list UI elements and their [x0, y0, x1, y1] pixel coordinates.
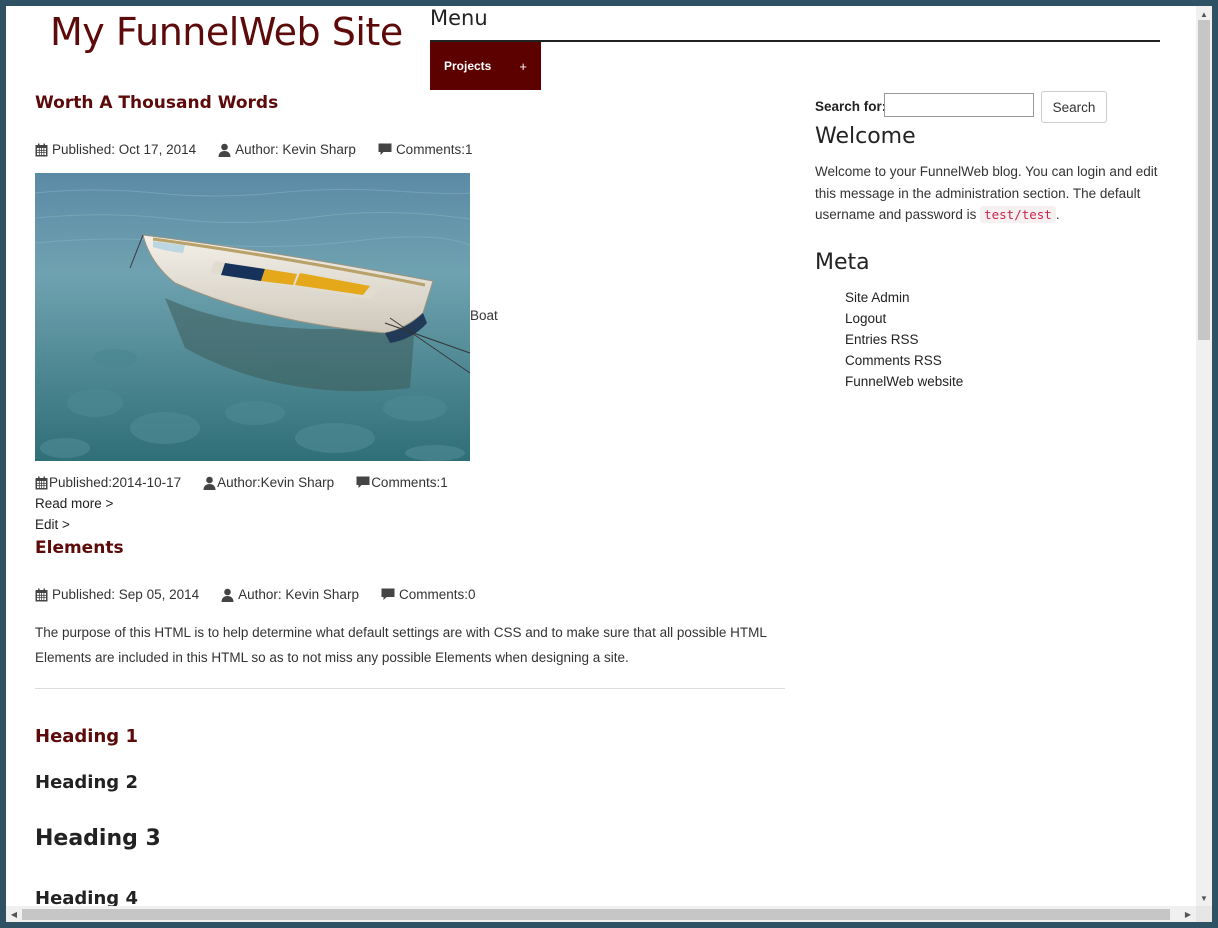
image-caption: Boat [470, 308, 498, 323]
search-label: Search for: [815, 99, 887, 114]
user-icon [218, 143, 231, 157]
browser-window: My FunnelWeb Site Menu Projects + Worth … [6, 6, 1212, 922]
calendar-icon [35, 143, 48, 156]
expand-plus-icon[interactable]: + [519, 59, 527, 74]
scroll-right-arrow-icon[interactable]: ▶ [1180, 906, 1196, 922]
menu-item-projects-label: Projects [444, 59, 492, 73]
vertical-scroll-thumb[interactable] [1198, 20, 1210, 340]
page-viewport: My FunnelWeb Site Menu Projects + Worth … [6, 6, 1196, 906]
edit-link[interactable]: Edit > [35, 517, 70, 532]
post-meta: Published: Sep 05, 2014 Author: Kevin Sh… [35, 587, 497, 602]
comment-icon [381, 588, 395, 600]
user-icon [221, 588, 234, 602]
meta-links: Site Admin Logout Entries RSS Comments R… [845, 287, 963, 392]
horizontal-rule [35, 688, 785, 689]
scrollbar-corner [1196, 906, 1212, 922]
credentials-code: test/test [980, 206, 1056, 223]
calendar-icon [35, 588, 48, 601]
meta-link-funnelweb-website[interactable]: FunnelWeb website [845, 371, 963, 392]
scroll-down-arrow-icon[interactable]: ▼ [1196, 890, 1212, 906]
meta-link-site-admin[interactable]: Site Admin [845, 287, 963, 308]
post-meta-secondary: Published:2014-10-17 Author:Kevin Sharp … [35, 475, 470, 490]
comment-icon [356, 476, 370, 488]
post-date: Published: Sep 05, 2014 [35, 587, 199, 602]
read-more-link[interactable]: Read more > [35, 496, 113, 511]
post-comments[interactable]: Comments:1 [378, 142, 472, 157]
post-author: Author: Kevin Sharp [221, 587, 359, 602]
search-button[interactable]: Search [1041, 91, 1107, 123]
meta-link-entries-rss[interactable]: Entries RSS [845, 329, 963, 350]
site-title[interactable]: My FunnelWeb Site [50, 10, 403, 54]
comment-icon [378, 143, 392, 155]
horizontal-scrollbar[interactable]: ◀ ▶ [6, 906, 1196, 922]
welcome-heading: Welcome [815, 124, 916, 149]
post-author: Author:Kevin Sharp [203, 475, 334, 490]
menu-heading: Menu [430, 6, 488, 30]
meta-heading: Meta [815, 250, 870, 275]
horizontal-scroll-thumb[interactable] [22, 909, 1170, 920]
heading-1: Heading 1 [35, 726, 138, 747]
heading-3: Heading 3 [35, 826, 161, 851]
post-date: Published:2014-10-17 [35, 475, 181, 490]
menu-item-projects[interactable]: Projects + [430, 42, 541, 90]
post-date: Published: Oct 17, 2014 [35, 142, 196, 157]
post-meta: Published: Oct 17, 2014 Author: Kevin Sh… [35, 142, 494, 157]
welcome-text: Welcome to your FunnelWeb blog. You can … [815, 164, 1158, 223]
post-comments[interactable]: Comments:0 [381, 587, 475, 602]
user-icon [203, 476, 216, 490]
boat-image [35, 173, 470, 461]
meta-link-comments-rss[interactable]: Comments RSS [845, 350, 963, 371]
scroll-left-arrow-icon[interactable]: ◀ [6, 906, 22, 922]
post-title-link[interactable]: Elements [35, 538, 124, 558]
post-title-link[interactable]: Worth A Thousand Words [35, 93, 278, 113]
post-author: Author: Kevin Sharp [218, 142, 356, 157]
post-comments[interactable]: Comments:1 [356, 475, 448, 490]
heading-2: Heading 2 [35, 772, 138, 793]
heading-4: Heading 4 [35, 888, 138, 906]
vertical-scrollbar[interactable]: ▲ ▼ [1196, 6, 1212, 906]
calendar-icon [35, 476, 48, 489]
post-body: The purpose of this HTML is to help dete… [35, 625, 767, 665]
search-input[interactable] [884, 93, 1034, 117]
meta-link-logout[interactable]: Logout [845, 308, 963, 329]
